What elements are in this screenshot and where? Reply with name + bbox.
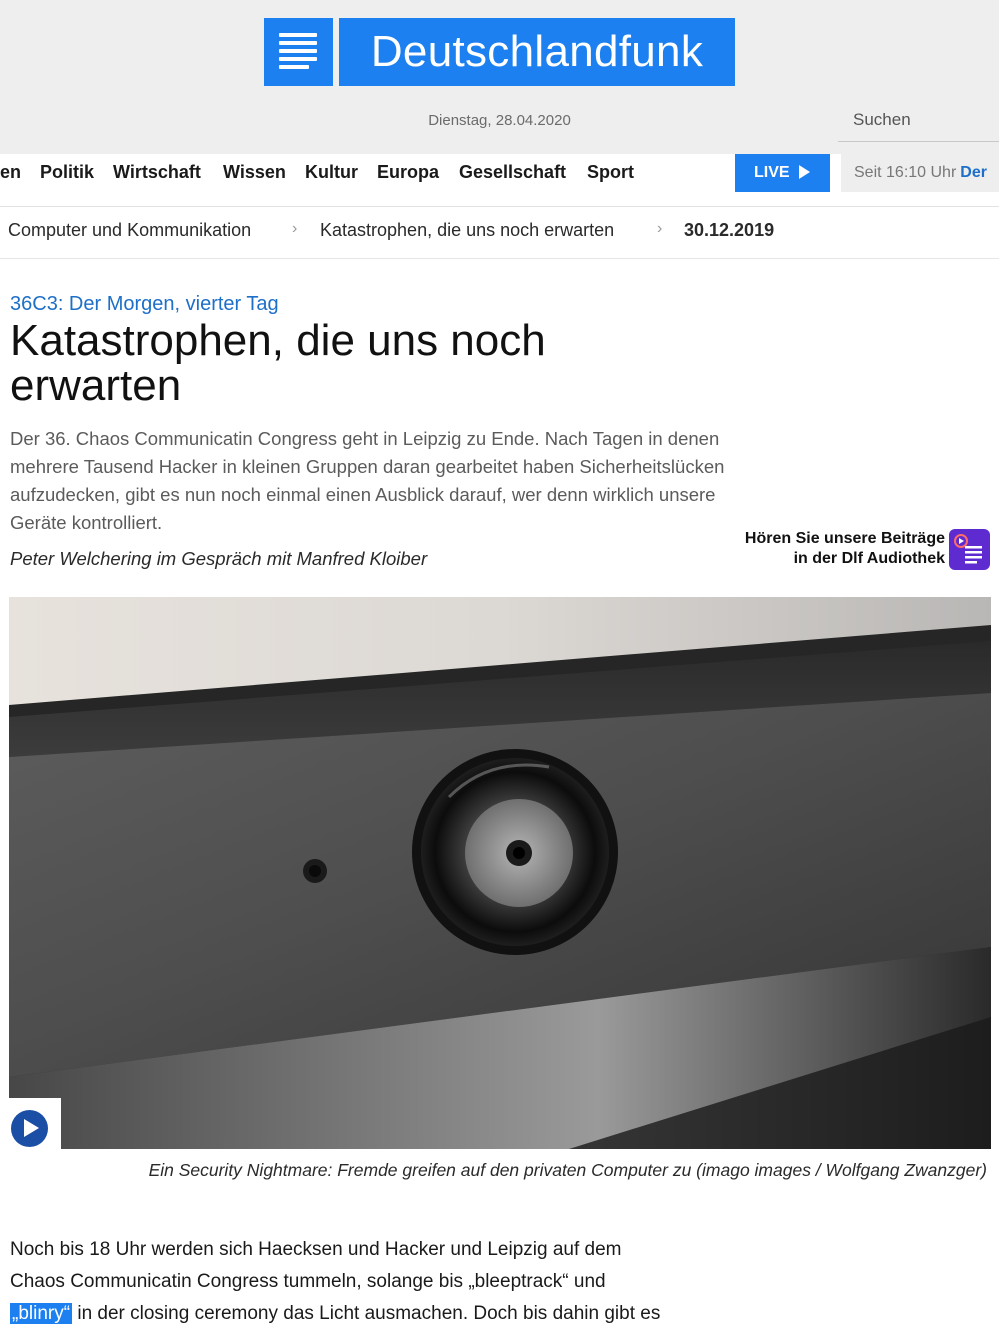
play-arrow-icon	[799, 165, 810, 179]
highlighted-text[interactable]: „blinry“	[10, 1303, 73, 1324]
nav-item-kultur[interactable]: Kultur	[305, 162, 358, 183]
breadcrumb: Computer und Kommunikation › Katastrophe…	[0, 206, 999, 259]
audiothek-line-1: Hören Sie unsere Beiträge	[744, 530, 945, 547]
nav-item-gesellschaft[interactable]: Gesellschaft	[459, 162, 566, 183]
body-text-span: in der closing ceremony das Licht ausmac…	[72, 1303, 661, 1324]
search-field[interactable]: Suchen	[838, 104, 999, 142]
search-label: Suchen	[853, 110, 911, 129]
logo-wordmark: Deutschlandfunk	[339, 18, 735, 86]
breadcrumb-item-date: 30.12.2019	[684, 220, 775, 240]
nav-item-partial[interactable]: en	[0, 162, 21, 183]
nav-item-politik[interactable]: Politik	[40, 162, 94, 183]
nav-item-wirtschaft[interactable]: Wirtschaft	[113, 162, 201, 183]
site-header: Deutschlandfunk Dienstag, 28.04.2020 Suc…	[0, 0, 999, 154]
now-playing-time: Seit 16:10 Uhr	[854, 164, 957, 181]
nav-item-europa[interactable]: Europa	[377, 162, 439, 183]
now-playing[interactable]: Seit 16:10 Uhr Der	[841, 154, 999, 192]
live-label: LIVE	[754, 164, 790, 181]
nav-item-sport[interactable]: Sport	[587, 162, 634, 183]
logo-mark-icon	[264, 18, 333, 86]
image-caption: Ein Security Nightmare: Fremde greifen a…	[148, 1160, 987, 1180]
article-image	[9, 597, 991, 1149]
breadcrumb-item-article[interactable]: Katastrophen, die uns noch erwarten	[320, 220, 614, 241]
main-nav: en Politik Wirtschaft Wissen Kultur Euro…	[0, 154, 999, 207]
body-line: „blinry“ in der closing ceremony das Lic…	[10, 1298, 750, 1330]
audio-play-button[interactable]	[9, 1098, 61, 1149]
body-line: Noch bis 18 Uhr werden sich Haecksen und…	[10, 1239, 622, 1260]
nav-item-wissen[interactable]: Wissen	[223, 162, 286, 183]
audiothek-icon[interactable]	[949, 529, 990, 570]
body-line: Chaos Communicatin Congress tummeln, sol…	[10, 1271, 606, 1292]
live-button[interactable]: LIVE	[735, 154, 830, 192]
now-playing-show: Der	[960, 164, 987, 181]
play-icon	[11, 1110, 48, 1147]
audiothek-link[interactable]: Hören Sie unsere Beiträge in der Dlf Aud…	[700, 529, 945, 569]
site-logo[interactable]: Deutschlandfunk	[264, 18, 735, 86]
audiothek-line-2: in der Dlf Audiothek	[793, 550, 945, 567]
article-author: Peter Welchering im Gespräch mit Manfred…	[10, 548, 428, 569]
article-teaser: Der 36. Chaos Communicatin Congress geht…	[10, 428, 725, 533]
breadcrumb-item-section[interactable]: Computer und Kommunikation	[8, 220, 251, 241]
article-kicker: 36C3: Der Morgen, vierter Tag	[10, 293, 279, 315]
breadcrumb-separator: ›	[657, 220, 663, 237]
breadcrumb-separator: ›	[292, 220, 298, 237]
article-body: Noch bis 18 Uhr werden sich Haecksen und…	[10, 1234, 750, 1330]
article-title: Katastrophen, die uns noch erwarten	[10, 316, 546, 410]
